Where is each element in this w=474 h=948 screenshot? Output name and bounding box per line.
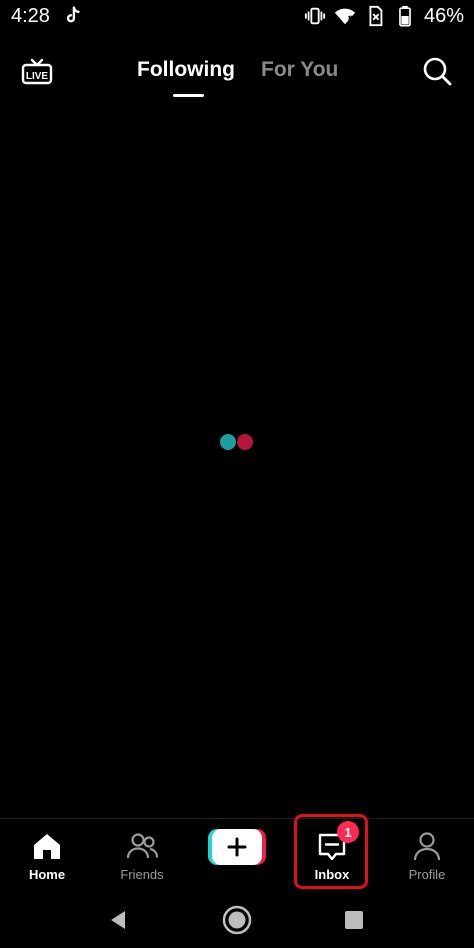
system-back-button[interactable] <box>100 902 136 938</box>
plus-icon <box>227 837 247 857</box>
nav-friends-label: Friends <box>120 867 164 882</box>
wifi-icon <box>334 8 356 25</box>
nav-profile-label: Profile <box>408 867 446 882</box>
active-tab-indicator <box>173 94 204 97</box>
back-icon <box>111 911 125 929</box>
live-icon-label: LIVE <box>26 71 49 82</box>
create-button[interactable] <box>208 829 266 865</box>
tiktok-icon <box>66 6 80 23</box>
loading-dot-red <box>237 434 253 450</box>
system-home-button[interactable] <box>219 902 255 938</box>
inbox-badge: 1 <box>337 821 359 843</box>
profile-icon <box>413 832 441 861</box>
friends-icon <box>126 833 159 859</box>
bottom-nav: Home Friends Inbox Profile <box>0 818 474 894</box>
nav-home-label: Home <box>28 867 66 882</box>
search-icon[interactable] <box>420 54 454 88</box>
live-icon[interactable]: LIVE <box>20 54 54 88</box>
nav-profile[interactable]: Profile <box>397 819 457 895</box>
create-button-face <box>212 829 262 865</box>
status-time: 4:28 <box>11 5 50 27</box>
battery-percent: 46% <box>423 4 464 27</box>
tab-following[interactable]: Following <box>137 58 235 82</box>
top-nav: LIVE Following For You <box>0 44 474 102</box>
tab-for-you[interactable]: For You <box>261 58 338 82</box>
loading-dot-cyan <box>220 434 236 450</box>
loading-indicator <box>220 434 254 450</box>
system-nav-bar <box>0 894 474 948</box>
recents-icon <box>345 911 363 929</box>
home-circle-icon <box>222 905 252 935</box>
nav-friends[interactable]: Friends <box>107 819 177 895</box>
vibrate-icon <box>304 7 326 25</box>
status-bar: 4:28 46% <box>0 0 474 34</box>
sim-off-icon <box>369 5 383 27</box>
status-icons: 46% <box>304 4 464 28</box>
home-icon <box>34 834 60 859</box>
nav-home[interactable]: Home <box>17 819 77 895</box>
battery-icon <box>399 5 411 27</box>
system-recents-button[interactable] <box>336 902 372 938</box>
